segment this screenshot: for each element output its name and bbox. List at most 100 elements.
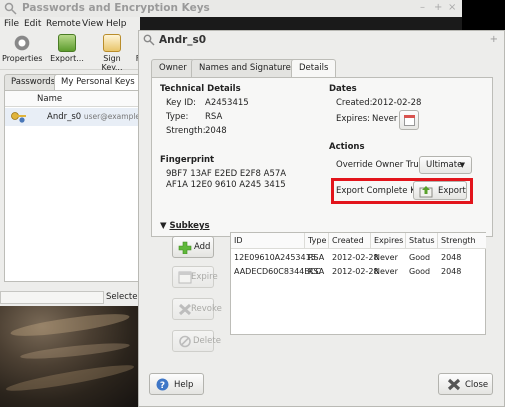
cell-created: 2012-02-28 bbox=[332, 253, 379, 262]
column-header-created[interactable]: Created bbox=[329, 233, 371, 249]
name-column-header: Name bbox=[37, 94, 63, 104]
key-id-value: A2453415 bbox=[205, 98, 249, 108]
cell-strength: 2048 bbox=[441, 267, 462, 276]
expires-value: Never bbox=[372, 114, 398, 124]
dialog-close-icon[interactable]: + bbox=[490, 34, 498, 45]
close-icon[interactable]: × bbox=[448, 2, 456, 13]
sign-icon bbox=[103, 34, 121, 52]
chevron-down-icon: ▼ bbox=[459, 161, 465, 169]
key-owner-name: Andr_s0 bbox=[47, 112, 82, 122]
search-key-icon bbox=[143, 34, 155, 46]
column-header-status[interactable]: Status bbox=[406, 233, 438, 249]
created-value: 2012-02-28 bbox=[372, 98, 422, 108]
bg-titlebar: Passwords and Encryption Keys – + × bbox=[0, 0, 462, 17]
list-item[interactable]: Andr_s0 user@example.com bbox=[5, 108, 158, 126]
owner-trust-value: Ultimate bbox=[426, 160, 463, 170]
seahorse-key-icon bbox=[4, 2, 17, 15]
tab-owner[interactable]: Owner bbox=[151, 59, 195, 77]
menu-file[interactable]: File bbox=[4, 19, 19, 29]
revoke-subkey-button[interactable]: Revoke bbox=[172, 298, 222, 320]
dialog-title: Andr_s0 bbox=[159, 34, 207, 46]
menu-view[interactable]: View bbox=[82, 19, 103, 29]
cell-status: Good bbox=[409, 253, 431, 262]
close-button-label: Close bbox=[465, 380, 489, 390]
expiry-date-button[interactable] bbox=[399, 110, 419, 130]
tab-my-personal-keys[interactable]: My Personal Keys bbox=[54, 74, 142, 90]
override-trust-label: Override Owner Trust: bbox=[336, 160, 430, 170]
delete-subkey-button[interactable]: Delete bbox=[172, 330, 221, 352]
strength-label: Strength: bbox=[166, 126, 206, 136]
minimize-icon[interactable]: – bbox=[420, 2, 425, 13]
menu-help[interactable]: Help bbox=[106, 19, 127, 29]
tab-details-label: Details bbox=[299, 63, 329, 73]
column-header-type[interactable]: Type bbox=[305, 233, 329, 249]
export-toolbar-label: Export... bbox=[50, 54, 84, 63]
export-icon bbox=[419, 186, 433, 198]
export-toolbar-button[interactable]: Export... bbox=[48, 34, 86, 63]
desktop-area bbox=[462, 0, 505, 30]
expire-button-label: Expire bbox=[191, 272, 218, 282]
help-button[interactable]: ? Help bbox=[149, 373, 204, 395]
expires-label: Expires: bbox=[336, 114, 370, 124]
cell-type: RSA bbox=[308, 267, 325, 276]
cell-created: 2012-02-28 bbox=[332, 267, 379, 276]
help-icon: ? bbox=[156, 378, 169, 391]
fingerprint-line-2: AF1A 12E0 9610 A245 3415 bbox=[166, 180, 286, 190]
col-status-label: Status bbox=[409, 236, 435, 245]
bg-window-title: Passwords and Encryption Keys bbox=[22, 2, 210, 14]
statusbar: Selected bbox=[0, 290, 143, 306]
key-list-header[interactable]: Name bbox=[5, 91, 141, 107]
cell-expires: Never bbox=[374, 267, 398, 276]
help-button-label: Help bbox=[174, 380, 194, 390]
fingerprint-line-1: 9BF7 13AF E2ED E2F8 A57A bbox=[166, 169, 287, 179]
key-id-label: Key ID: bbox=[166, 98, 197, 108]
gear-icon bbox=[13, 34, 31, 52]
strength-value: 2048 bbox=[205, 126, 227, 136]
cell-id: 12E09610A2453415 bbox=[234, 253, 316, 262]
sign-key-button[interactable]: Sign Key... bbox=[92, 34, 132, 72]
close-button[interactable]: Close bbox=[438, 373, 493, 395]
tab-details[interactable]: Details bbox=[291, 59, 337, 78]
revoke-button-label: Revoke bbox=[191, 304, 222, 314]
dialog-titlebar: Andr_s0 + bbox=[139, 31, 504, 49]
desktop-wallpaper bbox=[0, 306, 140, 407]
fingerprint-heading: Fingerprint bbox=[160, 155, 215, 165]
tab-owner-label: Owner bbox=[159, 63, 187, 73]
export-button-label: Export bbox=[438, 186, 466, 196]
col-id-label: ID bbox=[234, 236, 243, 245]
owner-trust-combo[interactable]: Ultimate ▼ bbox=[419, 156, 472, 174]
subkeys-heading: Subkeys bbox=[169, 221, 210, 231]
export-button[interactable]: Export bbox=[413, 181, 467, 200]
close-x-icon bbox=[447, 378, 461, 391]
expire-subkey-button[interactable]: Expire bbox=[172, 266, 218, 288]
menu-edit[interactable]: Edit bbox=[24, 19, 41, 29]
col-type-label: Type bbox=[308, 236, 327, 245]
col-expires-label: Expires bbox=[374, 236, 404, 245]
add-subkey-button[interactable]: Add bbox=[172, 236, 214, 258]
add-button-label: Add bbox=[194, 242, 211, 252]
subkeys-table: ID Type Created Expires Status Strength … bbox=[230, 232, 486, 335]
svg-text:?: ? bbox=[160, 381, 165, 391]
maximize-icon[interactable]: + bbox=[434, 2, 442, 13]
column-header-id[interactable]: ID bbox=[231, 233, 305, 249]
delete-button-label: Delete bbox=[193, 336, 221, 346]
tab-passwords-label: Passwords bbox=[11, 77, 56, 87]
plus-icon bbox=[178, 241, 192, 254]
column-header-strength[interactable]: Strength bbox=[438, 233, 486, 249]
column-header-expires[interactable]: Expires bbox=[371, 233, 406, 249]
actions-heading: Actions bbox=[329, 142, 365, 152]
tab-names-and-signatures[interactable]: Names and Signatures bbox=[191, 59, 304, 77]
created-label: Created: bbox=[336, 98, 373, 108]
type-label: Type: bbox=[166, 112, 189, 122]
menubar: File Edit Remote View Help bbox=[0, 17, 140, 32]
tab-names-label: Names and Signatures bbox=[199, 63, 296, 73]
calendar-icon bbox=[404, 115, 415, 126]
toolbar: Properties Export... Sign Key... F bbox=[0, 32, 140, 72]
properties-button[interactable]: Properties bbox=[2, 34, 42, 63]
filter-field[interactable] bbox=[0, 291, 104, 304]
menu-remote[interactable]: Remote bbox=[46, 19, 81, 29]
cell-strength: 2048 bbox=[441, 253, 462, 262]
revoke-x-icon bbox=[178, 303, 192, 316]
subkeys-expander[interactable]: ▼ Subkeys bbox=[160, 221, 210, 231]
key-pair-icon bbox=[11, 112, 26, 123]
